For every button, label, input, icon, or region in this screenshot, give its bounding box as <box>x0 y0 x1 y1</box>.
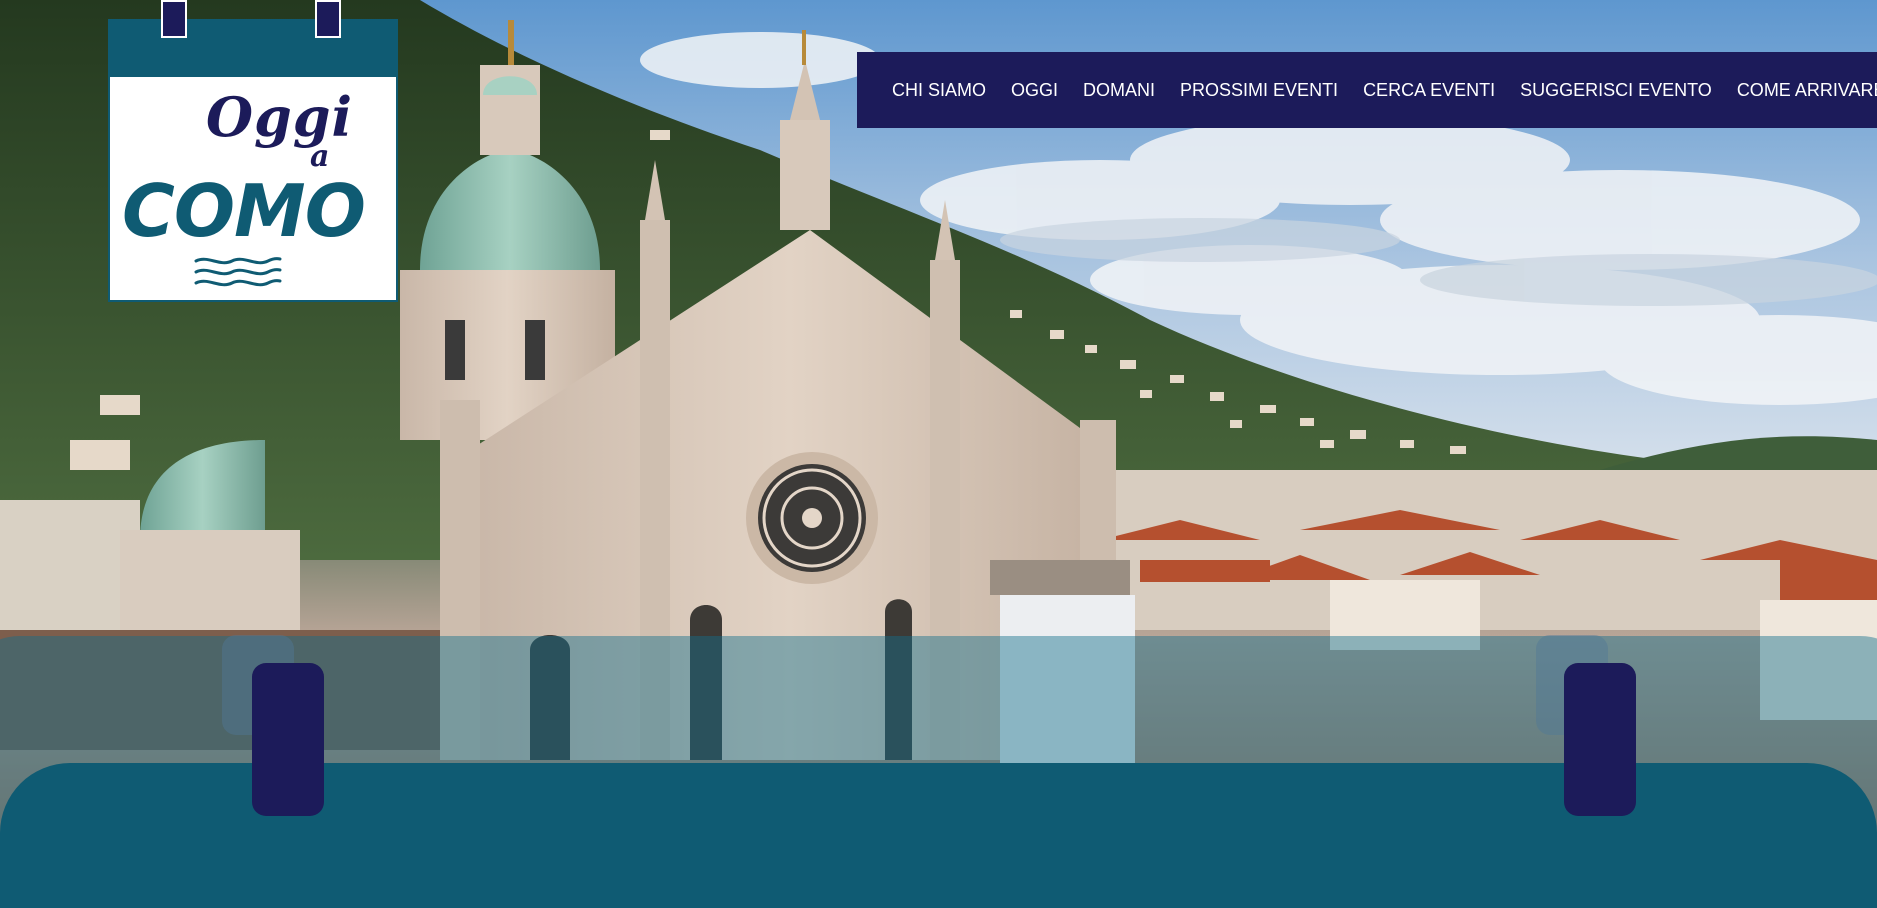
page: Oggi a COMO CHI SIAMO OGGI DOMANI PROSSI… <box>0 0 1877 908</box>
logo-text: Oggi a COMO <box>110 21 400 304</box>
calendar-ring-right <box>1564 663 1636 816</box>
nav-come-arrivare[interactable]: COME ARRIVARE <box>1737 80 1877 101</box>
waves-icon <box>194 257 282 287</box>
nav-oggi[interactable]: OGGI <box>1011 80 1058 101</box>
nav-suggerisci-evento[interactable]: SUGGERISCI EVENTO <box>1520 80 1712 101</box>
nav-prossimi-eventi[interactable]: PROSSIMI EVENTI <box>1180 80 1338 101</box>
logo-ring-right <box>315 0 341 38</box>
nav-chi-siamo[interactable]: CHI SIAMO <box>892 80 986 101</box>
site-logo[interactable]: Oggi a COMO <box>108 0 398 302</box>
logo-card: Oggi a COMO <box>108 19 398 302</box>
nav-domani[interactable]: DOMANI <box>1083 80 1155 101</box>
nav-cerca-eventi[interactable]: CERCA EVENTI <box>1363 80 1495 101</box>
logo-ring-left <box>161 0 187 38</box>
logo-word-oggi: Oggi <box>206 85 354 149</box>
calendar-ring-left <box>252 663 324 816</box>
main-nav: CHI SIAMO OGGI DOMANI PROSSIMI EVENTI CE… <box>857 52 1877 128</box>
logo-word-como: COMO <box>122 169 366 253</box>
